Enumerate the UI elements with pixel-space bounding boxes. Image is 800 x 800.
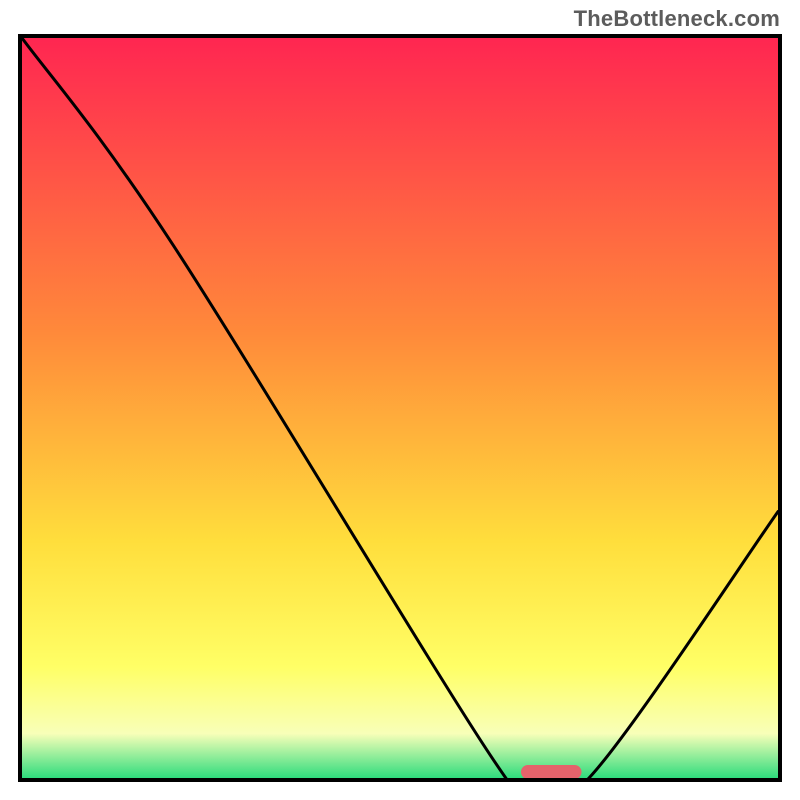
chart-background [22, 38, 778, 778]
optimum-marker [521, 765, 582, 779]
chart-frame [18, 34, 782, 782]
chart-svg [18, 34, 782, 782]
watermark-text: TheBottleneck.com [574, 6, 780, 32]
